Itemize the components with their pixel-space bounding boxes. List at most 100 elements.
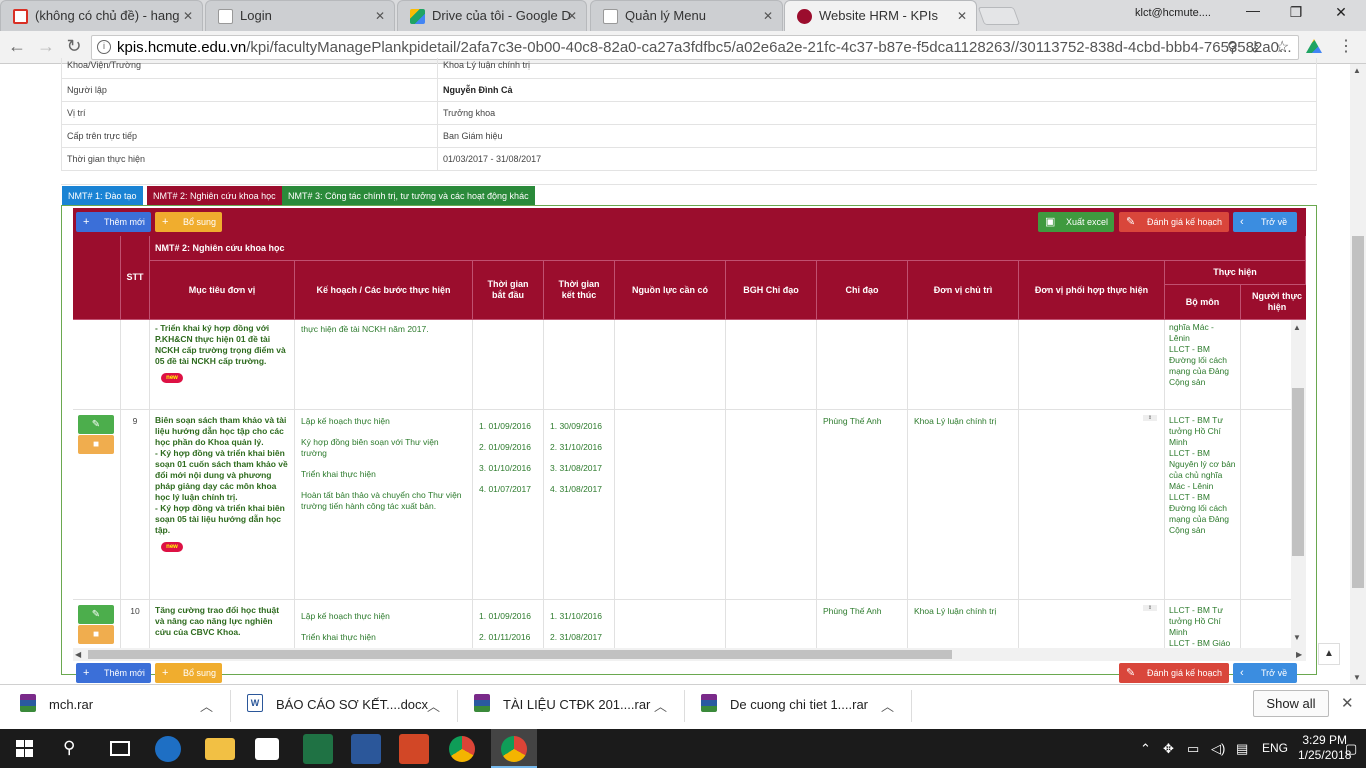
resize-handle-icon[interactable]: ⇕ <box>1143 415 1157 421</box>
edit-button[interactable]: ✎ <box>78 605 114 624</box>
info-row-supervisor: Cấp trên trực tiếp Ban Giám hiệu <box>61 125 1317 148</box>
table-vscroll-thumb[interactable] <box>1292 388 1304 556</box>
chevron-up-icon[interactable]: ︿ <box>881 696 894 715</box>
add-new-button[interactable]: + Thêm mới <box>76 212 151 232</box>
back-button[interactable]: ‹ Trở về <box>1233 212 1297 232</box>
task-view-icon[interactable] <box>110 741 130 756</box>
back-to-top-icon[interactable]: ▲ <box>1318 643 1340 665</box>
tab-nmt3[interactable]: NMT# 3: Công tác chính trị, tư tưởng và … <box>282 186 535 206</box>
window-close-icon[interactable]: ✕ <box>1326 4 1356 21</box>
start-cell: 1. 01/09/2016 2. 01/09/2016 3. 01/10/201… <box>473 410 544 600</box>
delete-button[interactable]: ■ <box>78 625 114 644</box>
reload-icon[interactable]: ↻ <box>62 36 86 57</box>
page-scroll-up-icon[interactable]: ▲ <box>1353 66 1361 75</box>
menu-icon[interactable]: ⋮ <box>1338 36 1354 56</box>
close-icon[interactable]: ✕ <box>957 1 967 31</box>
plus-icon: + <box>162 667 169 679</box>
tab-gmail[interactable]: (không có chủ đề) - hang ✕ <box>0 0 203 31</box>
volume-icon[interactable]: ◁) <box>1211 741 1225 757</box>
maximize-icon[interactable]: ❐ <box>1281 4 1311 21</box>
scroll-left-icon[interactable]: ◀ <box>75 650 81 659</box>
info-row-creator: Người lập Nguyễn Đình Cả <box>61 79 1317 102</box>
export-excel-button[interactable]: ▣ Xuất excel <box>1038 212 1114 232</box>
winrar-icon <box>474 694 490 712</box>
header-partner: Đơn vị phối hợp thực hiện <box>1019 261 1165 320</box>
powerpoint-icon[interactable] <box>399 734 429 764</box>
close-icon[interactable]: ✕ <box>375 1 385 31</box>
language-indicator[interactable]: ENG <box>1262 741 1288 755</box>
edit-button[interactable]: ✎ <box>78 415 114 434</box>
scroll-up-icon[interactable]: ▲ <box>1293 323 1301 332</box>
supplement-button[interactable]: + Bổ sung <box>155 212 222 232</box>
header-person: Người thực hiện <box>1241 285 1306 320</box>
tab-nmt2[interactable]: NMT# 2: Nghiên cứu khoa học <box>147 186 282 206</box>
chrome-icon[interactable] <box>449 736 475 762</box>
chevron-up-icon[interactable]: ︿ <box>654 696 667 715</box>
close-downloads-icon[interactable]: ✕ <box>1341 694 1354 712</box>
edit-icon: ✎ <box>1126 216 1136 228</box>
evaluate-plan-button-bottom[interactable]: ✎ Đánh giá kế hoạch <box>1119 663 1229 683</box>
chevron-up-icon[interactable]: ⌃ <box>1140 741 1151 757</box>
section-title: NMT# 2: Nghiên cứu khoa học <box>150 236 1306 261</box>
stt-cell: 9 <box>121 410 150 600</box>
dept-cell: LLCT - BM Tư tưởng Hồ Chí Minh LLCT - BM… <box>1165 410 1241 600</box>
table-hscroll-thumb[interactable] <box>88 650 952 659</box>
page-icon <box>218 9 233 24</box>
evaluate-plan-button[interactable]: ✎ Đánh giá kế hoạch <box>1119 212 1229 232</box>
supplement-button-bottom[interactable]: + Bổ sung <box>155 663 222 683</box>
action-center-icon[interactable]: ▢ <box>1345 741 1357 757</box>
file-explorer-icon[interactable] <box>205 738 235 760</box>
new-tab-button[interactable] <box>977 7 1021 25</box>
scroll-down-icon[interactable]: ▼ <box>1293 633 1301 642</box>
tab-login[interactable]: Login ✕ <box>205 0 395 31</box>
notification-text-icon[interactable]: ▤ <box>1236 741 1248 757</box>
close-icon[interactable]: ✕ <box>567 1 577 31</box>
download-item-2[interactable]: BÁO CÁO SƠ KẾT....docx <box>276 697 428 712</box>
kpi-table: STT NMT# 2: Nghiên cứu khoa học Mục tiêu… <box>73 236 1306 648</box>
scroll-right-icon[interactable]: ▶ <box>1296 650 1302 659</box>
download-item-1[interactable]: mch.rar <box>49 697 93 712</box>
edge-icon[interactable] <box>155 736 181 762</box>
end-cell: 1. 30/09/2016 2. 31/10/2016 3. 31/08/201… <box>544 410 615 600</box>
page-vscroll-thumb[interactable] <box>1352 236 1364 588</box>
download-item-3[interactable]: TÀI LIỆU CTĐK 201....rar <box>503 697 650 712</box>
tab-hrm-kpis[interactable]: Website HRM - KPIs ✕ <box>784 0 977 32</box>
close-icon[interactable]: ✕ <box>763 1 773 31</box>
star-icon[interactable]: ☆ <box>1275 37 1289 57</box>
network-icon[interactable]: ▭ <box>1187 741 1199 757</box>
url-text[interactable]: kpis.hcmute.edu.vn/kpi/facultyManagePlan… <box>117 39 1291 56</box>
chevron-left-icon: ‹ <box>1240 216 1244 228</box>
header-owner: Đơn vị chủ trì <box>908 261 1019 320</box>
tab-menu[interactable]: Quản lý Menu ✕ <box>590 0 783 31</box>
close-icon[interactable]: ✕ <box>183 1 193 31</box>
page-scroll-down-icon[interactable]: ▼ <box>1353 673 1361 682</box>
header-goal: Mục tiêu đơn vị <box>150 261 295 320</box>
profile-name[interactable]: klct@hcmute.... <box>1135 7 1211 19</box>
store-icon[interactable] <box>255 738 279 760</box>
header-plan: Kế hoạch / Các bước thực hiện <box>295 261 473 320</box>
back-button-bottom[interactable]: ‹ Trở về <box>1233 663 1297 683</box>
add-new-button-bottom[interactable]: + Thêm mới <box>76 663 151 683</box>
tab-nmt1[interactable]: NMT# 1: Đào tạo <box>62 186 143 206</box>
key-icon[interactable]: ⚷ <box>1250 38 1260 55</box>
word-icon[interactable] <box>351 734 381 764</box>
tab-drive[interactable]: Drive của tôi - Google D ✕ <box>397 0 587 31</box>
search-icon[interactable]: ⚲ <box>63 738 75 758</box>
chevron-up-icon[interactable]: ︿ <box>200 696 213 715</box>
back-icon[interactable]: ← <box>5 36 29 57</box>
excel-icon[interactable] <box>303 734 333 764</box>
zoom-icon[interactable]: ⚲ <box>1227 38 1238 56</box>
minimize-icon[interactable]: — <box>1238 2 1268 18</box>
chevron-up-icon[interactable]: ︿ <box>427 696 440 715</box>
plan-cell: Lập kế hoạch thực hiện Triển khai thực h… <box>295 600 473 648</box>
info-icon[interactable]: i <box>97 40 111 54</box>
download-item-4[interactable]: De cuong chi tiet 1....rar <box>730 697 868 712</box>
clock[interactable]: 3:29 PM 1/25/2018 <box>1298 733 1351 763</box>
delete-button[interactable]: ■ <box>78 435 114 454</box>
goal-cell: - Triển khai ký hợp đồng với P.KH&CN thự… <box>150 320 295 410</box>
resize-handle-icon[interactable]: ⇕ <box>1143 605 1157 611</box>
end-cell: 1. 31/10/2016 2. 31/08/2017 <box>544 600 615 648</box>
forward-icon[interactable]: → <box>34 36 58 57</box>
dropbox-icon[interactable]: ✥ <box>1163 741 1174 757</box>
show-all-button[interactable]: Show all <box>1253 690 1329 717</box>
